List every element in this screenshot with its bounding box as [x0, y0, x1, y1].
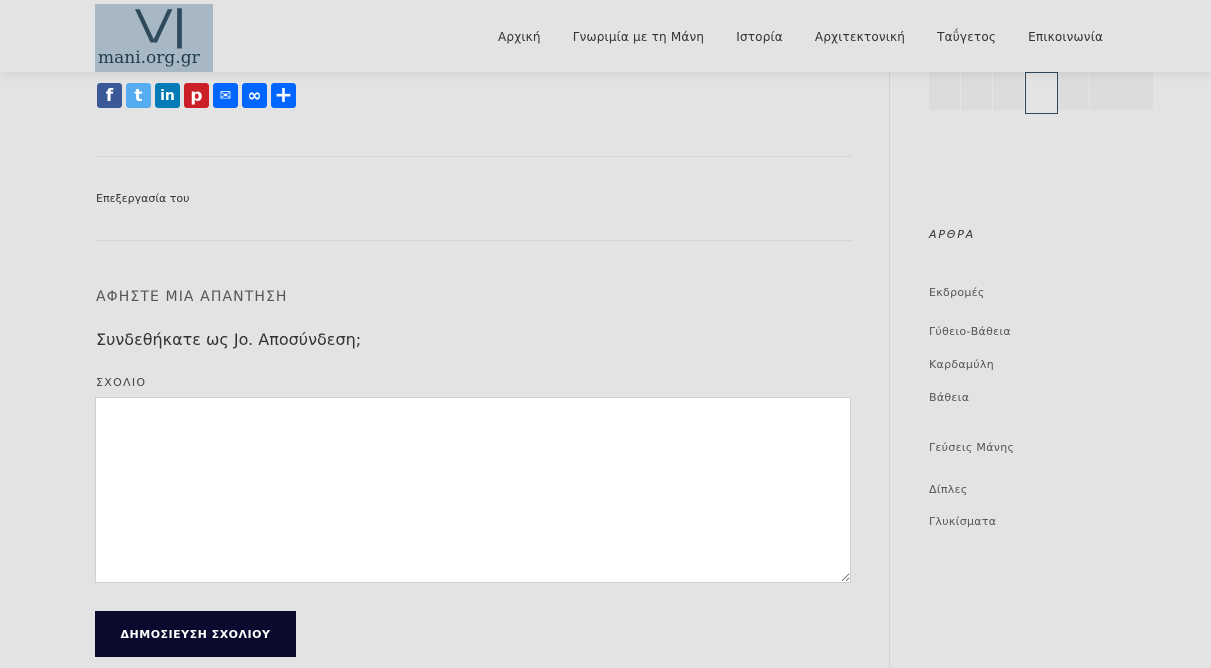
sidebar-item-gytheio-vatheia[interactable]: Γύθειο-Βάθεια: [929, 325, 1011, 338]
site-header: \/| mani.org.gr Αρχική Γνωριμία με τη Μά…: [0, 0, 1211, 72]
nav-item-about-mani[interactable]: Γνωριμία με τη Μάνη: [573, 30, 705, 44]
gallery-thumb[interactable]: [1090, 72, 1154, 110]
edited-label: Επεξεργασία του: [96, 192, 190, 205]
comment-textarea[interactable]: [95, 397, 851, 583]
logo-mark: \/|: [135, 3, 190, 49]
facebook-share-icon[interactable]: f: [97, 83, 122, 108]
reply-title: ΑΦΗΣΤΕ ΜΙΑ ΑΠΑΝΤΗΣΗ: [96, 289, 288, 305]
sidebar-heading: ΑΡΘΡΑ: [929, 228, 975, 241]
sidebar-item-mani-flavors[interactable]: Γεύσεις Μάνης: [929, 441, 1014, 454]
share-buttons: f t in p ✉ ∞ +: [97, 83, 296, 108]
logged-in-notice: Συνδεθήκατε ως Jo. Αποσύνδεση;: [96, 330, 361, 349]
site-logo[interactable]: \/| mani.org.gr: [95, 4, 213, 72]
sidebar-item-vatheia[interactable]: Βάθεια: [929, 391, 969, 404]
more-share-icon[interactable]: +: [271, 83, 296, 108]
gallery-thumb[interactable]: [961, 72, 993, 110]
copy-link-share-icon[interactable]: ∞: [242, 83, 267, 108]
nav-item-home[interactable]: Αρχική: [498, 30, 541, 44]
gallery-thumb[interactable]: [929, 72, 961, 110]
nav-item-architecture[interactable]: Αρχιτεκτονική: [815, 30, 905, 44]
gallery-thumb[interactable]: [1058, 72, 1090, 110]
logged-in-prefix: Συνδεθήκατε ως: [96, 330, 234, 349]
nav-item-contact[interactable]: Επικοινωνία: [1028, 30, 1103, 44]
logged-in-separator: .: [248, 330, 259, 349]
email-share-icon[interactable]: ✉: [213, 83, 238, 108]
sidebar-item-sweets[interactable]: Γλυκίσματα: [929, 515, 996, 528]
logo-text: mani.org.gr: [98, 48, 200, 68]
sidebar-item-diples[interactable]: Δίπλες: [929, 483, 968, 496]
nav-item-history[interactable]: Ιστορία: [736, 30, 783, 44]
gallery-thumb[interactable]: [993, 72, 1025, 110]
divider: [96, 156, 852, 157]
sidebar-divider: [889, 72, 890, 668]
sidebar-item-excursions[interactable]: Εκδρομές: [929, 286, 985, 299]
gallery-thumb-active[interactable]: [1025, 72, 1058, 114]
sidebar-item-kardamyli[interactable]: Καρδαμύλη: [929, 358, 994, 371]
divider: [96, 240, 852, 241]
main-nav: Αρχική Γνωριμία με τη Μάνη Ιστορία Αρχιτ…: [498, 30, 1103, 44]
nav-item-taygetos[interactable]: Ταΰγετος: [937, 30, 996, 44]
user-profile-link[interactable]: Jo: [234, 330, 248, 349]
twitter-share-icon[interactable]: t: [126, 83, 151, 108]
gallery-thumbnails: [929, 72, 1154, 114]
submit-comment-button[interactable]: ΔΗΜΟΣΙΕΥΣΗ ΣΧΟΛΙΟΥ: [95, 611, 296, 657]
logout-link[interactable]: Αποσύνδεση;: [258, 330, 361, 349]
comment-label: ΣΧΟΛΙΟ: [96, 376, 147, 389]
pinterest-share-icon[interactable]: p: [184, 83, 209, 108]
linkedin-share-icon[interactable]: in: [155, 83, 180, 108]
